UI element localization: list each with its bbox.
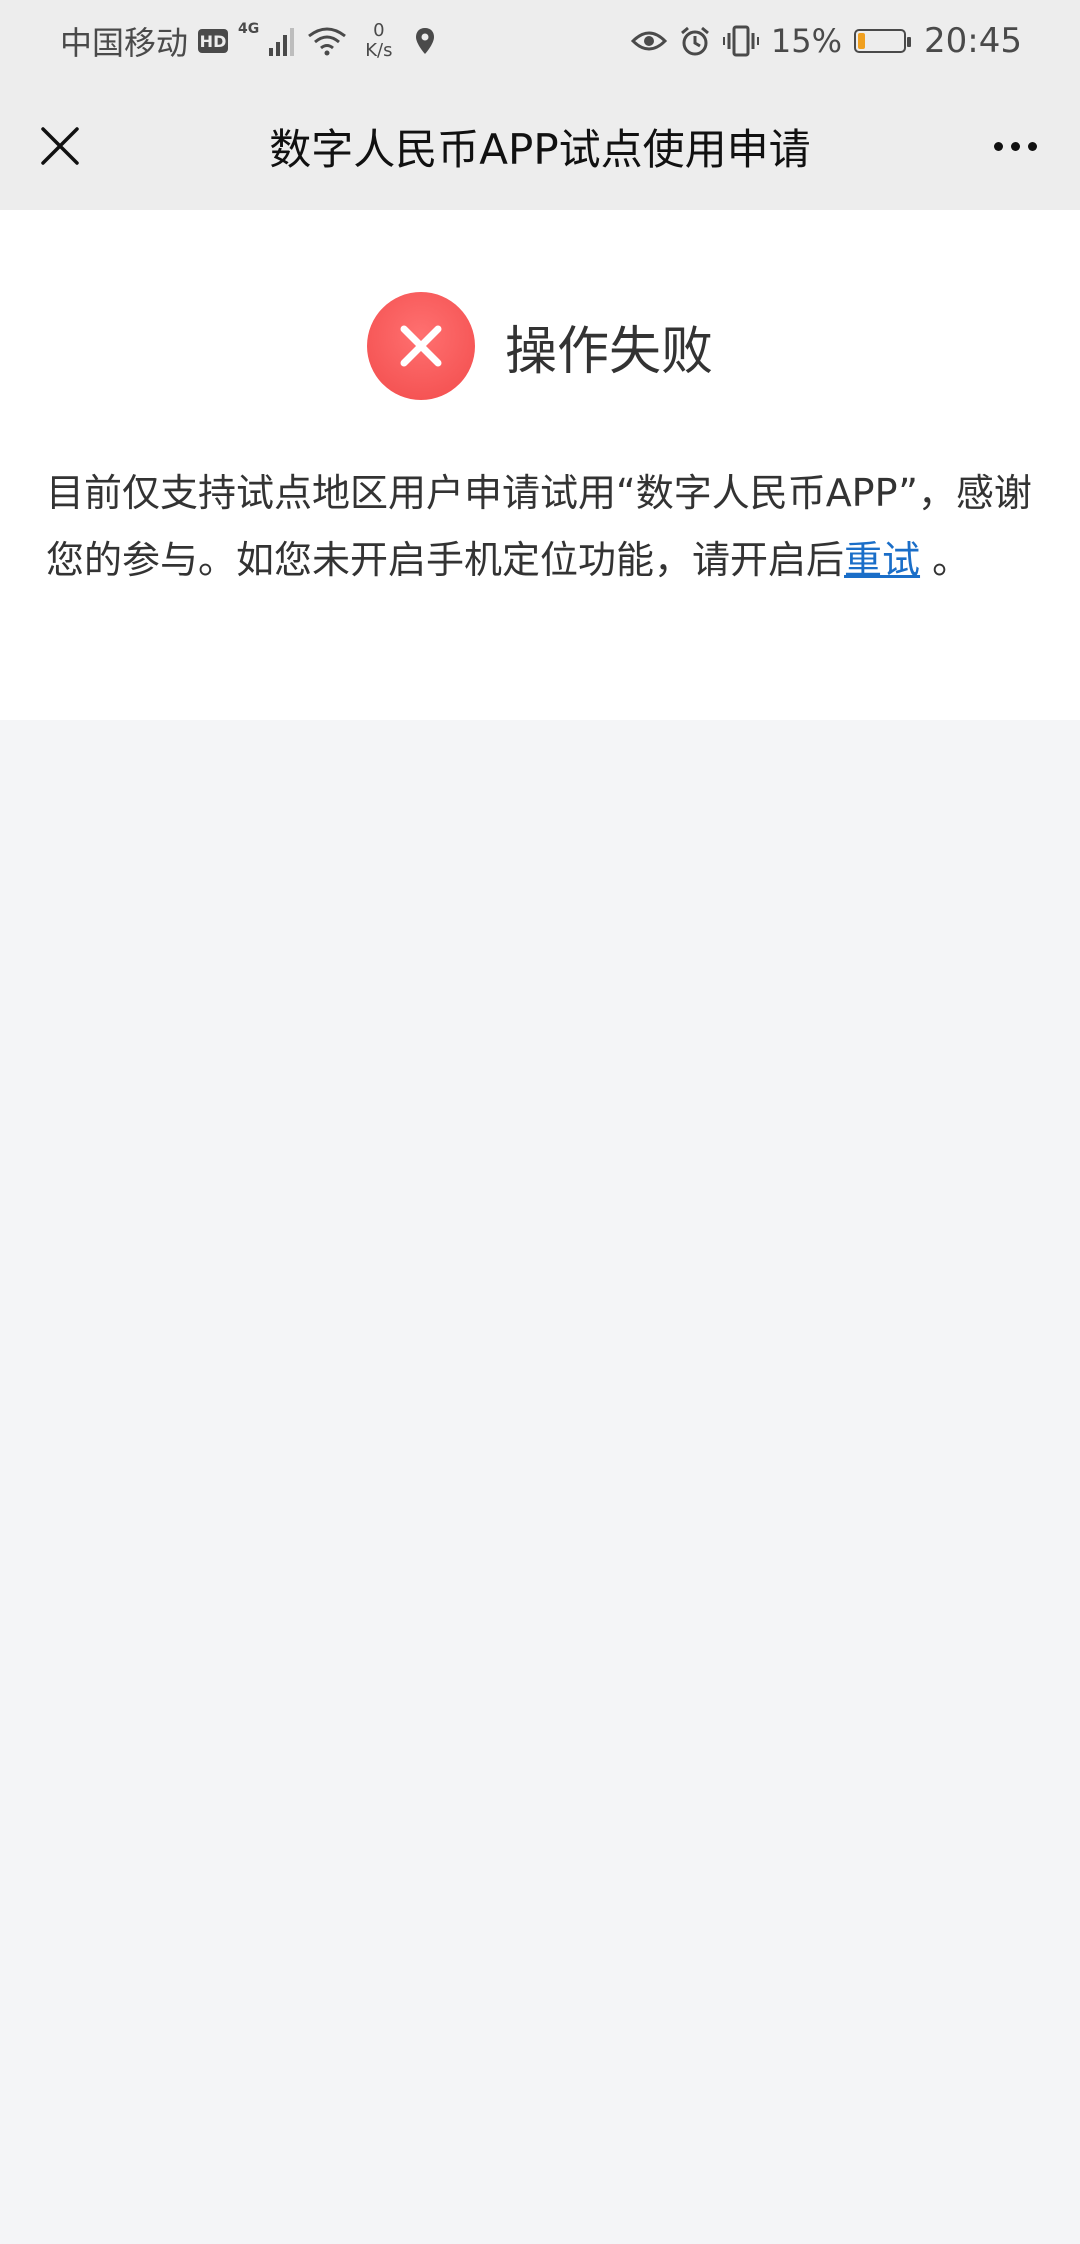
alarm-icon [680,26,709,56]
clock: 20:45 [924,21,1022,61]
page-title: 数字人民币APP试点使用申请 [269,124,811,174]
location-icon [415,28,434,54]
more-button[interactable] [980,116,1050,176]
screen: 中国移动 HD 4G 0 K/s 15% 20:45 数字人民币APP试点使用申… [0,0,1080,2244]
result-title: 操作失败 [504,321,713,382]
x-mark-icon [400,325,442,367]
battery-icon [854,29,912,53]
error-x-icon [366,292,475,400]
wifi-icon [308,27,347,56]
result-message: 目前仅支持试点地区用户申请试用“数字人民币APP”，感谢您的参与。如您未开启手机… [46,460,1034,594]
speed-unit: K/s [365,40,393,61]
network-type: 4G [238,21,260,37]
status-right: 15% 20:45 [630,18,1022,64]
more-icon-dot [1010,141,1020,151]
nav-bar: 数字人民币APP试点使用申请 [0,82,1080,210]
battery-fill [858,33,866,49]
result-header: 操作失败 [0,292,1080,400]
status-left: 中国移动 HD 4G 0 K/s [60,18,437,64]
message-suffix: 。 [920,538,971,582]
status-bar: 中国移动 HD 4G 0 K/s 15% 20:45 [0,0,1080,82]
speed-value: 0 [373,20,385,41]
retry-link[interactable]: 重试 [844,538,920,582]
more-icon-dot [1027,141,1037,151]
carrier-name: 中国移动 [60,24,189,62]
more-icon [993,141,1003,151]
close-icon [41,127,79,165]
result-card: 操作失败 目前仅支持试点地区用户申请试用“数字人民币APP”，感谢您的参与。如您… [0,210,1080,720]
signal-icon [269,28,295,56]
close-button[interactable] [30,116,90,176]
network-speed: 0 K/s [365,21,392,61]
battery-percent: 15% [770,22,843,60]
eye-icon [630,31,667,51]
hd-badge: HD [198,29,229,53]
vibrate-icon [722,25,759,57]
